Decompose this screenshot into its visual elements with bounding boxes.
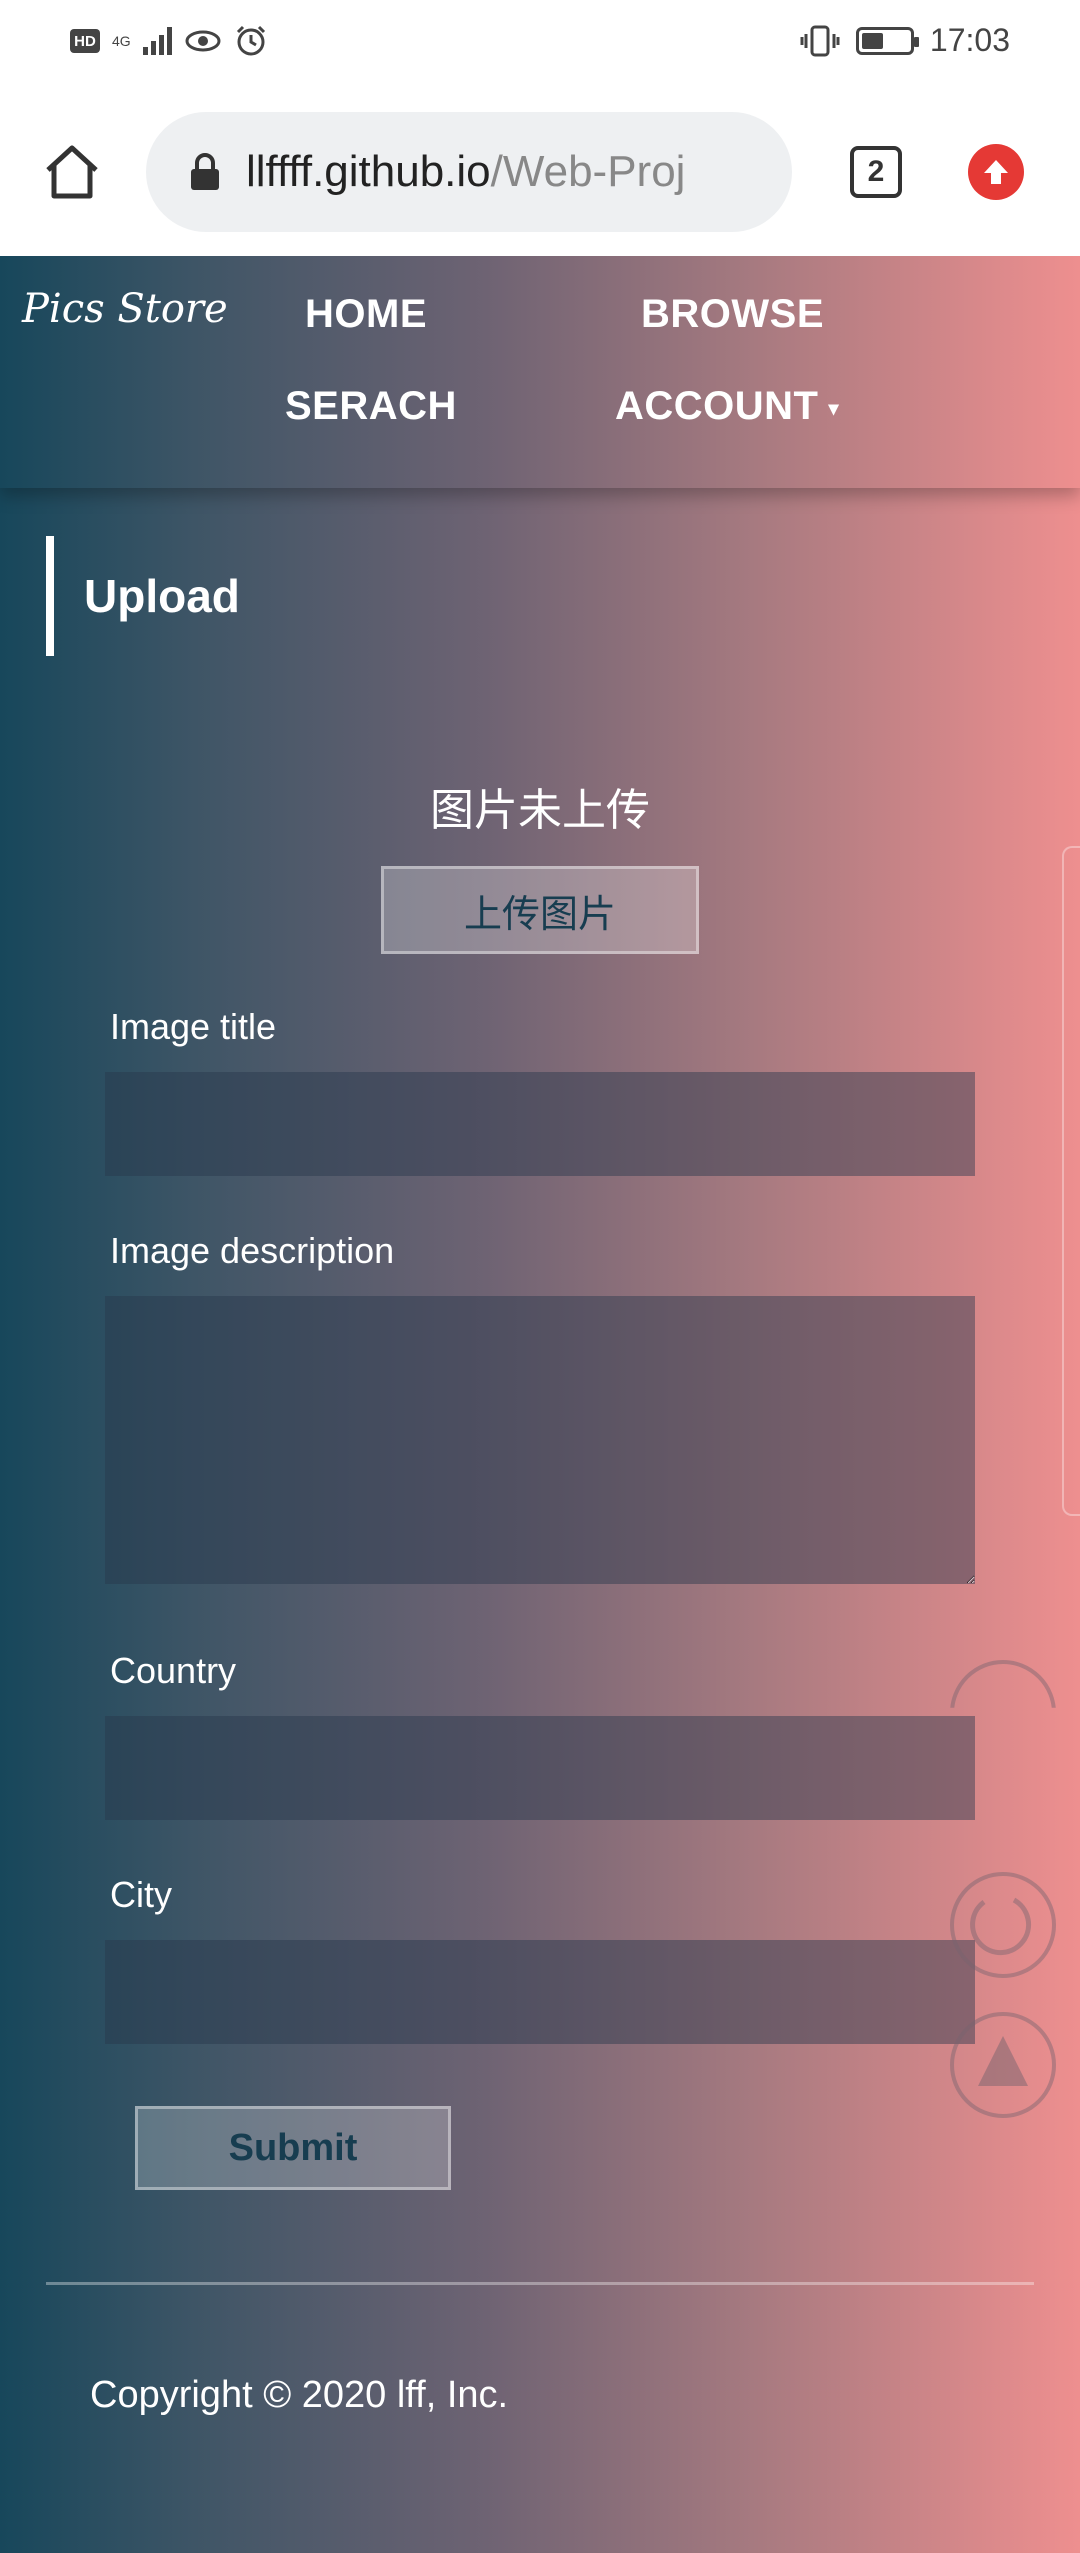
submit-button[interactable]: Submit <box>135 2106 451 2190</box>
chevron-down-icon: ▾ <box>828 397 840 420</box>
arrow-up-icon <box>984 160 1008 184</box>
web-page: Pics Store HOME BROWSE SERACH ACCOUNT ▾ U… <box>0 256 1080 2553</box>
image-description-label: Image description <box>110 1230 395 1271</box>
status-left: HD 4G <box>70 24 268 58</box>
status-bar: HD 4G 17:03 <box>0 0 1080 88</box>
network-type: 4G <box>112 33 131 49</box>
scrollbar[interactable] <box>1062 846 1080 1516</box>
url-host: llffff.github.io <box>246 147 491 196</box>
upload-image-button[interactable]: 上传图片 <box>381 866 699 954</box>
nav-home[interactable]: HOME <box>305 292 427 337</box>
hd-icon: HD <box>70 29 100 53</box>
tab-switcher-button[interactable]: 2 <box>850 146 902 198</box>
browser-toolbar: llffff.github.io/Web-Proj 2 <box>0 88 1080 256</box>
site-logo[interactable]: Pics Store <box>22 286 228 332</box>
eye-icon <box>185 30 221 52</box>
copyright-text: Copyright © 2020 lff, Inc. <box>90 2374 509 2416</box>
address-bar[interactable]: llffff.github.io/Web-Proj <box>146 112 792 232</box>
alarm-icon <box>236 25 265 56</box>
triangle-up-icon <box>978 2036 1028 2086</box>
signal-icon <box>142 27 172 55</box>
lock-icon <box>191 153 219 190</box>
city-input[interactable] <box>105 1940 975 2044</box>
country-input[interactable] <box>105 1716 975 1820</box>
image-title-input[interactable] <box>105 1072 975 1176</box>
scroll-to-top-button[interactable] <box>950 2012 1056 2118</box>
url-path: /Web-Proj <box>490 147 686 196</box>
image-title-label: Image title <box>110 1006 277 1047</box>
nav-search[interactable]: SERACH <box>285 384 457 429</box>
refresh-icon <box>970 1897 1032 1956</box>
site-navbar: Pics Store HOME BROWSE SERACH ACCOUNT ▾ <box>0 256 1080 488</box>
clock: 17:03 <box>929 22 1010 58</box>
image-description-textarea[interactable] <box>105 1296 975 1584</box>
footer-divider <box>46 2282 1034 2285</box>
home-icon[interactable] <box>40 140 104 204</box>
nav-account-label: ACCOUNT <box>615 384 819 428</box>
section-title: Upload <box>46 536 240 656</box>
upload-heading: Upload <box>84 570 240 622</box>
refresh-button[interactable] <box>950 1872 1056 1978</box>
battery-icon <box>855 26 919 55</box>
city-label: City <box>110 1874 172 1915</box>
nav-account[interactable]: ACCOUNT ▾ <box>615 384 839 429</box>
nav-browse[interactable]: BROWSE <box>641 292 824 337</box>
country-label: Country <box>110 1650 237 1691</box>
status-right: 17:03 <box>800 22 1010 59</box>
vibrate-icon <box>800 25 840 56</box>
upload-status-text: 图片未上传 <box>430 785 650 836</box>
update-button[interactable] <box>968 144 1024 200</box>
